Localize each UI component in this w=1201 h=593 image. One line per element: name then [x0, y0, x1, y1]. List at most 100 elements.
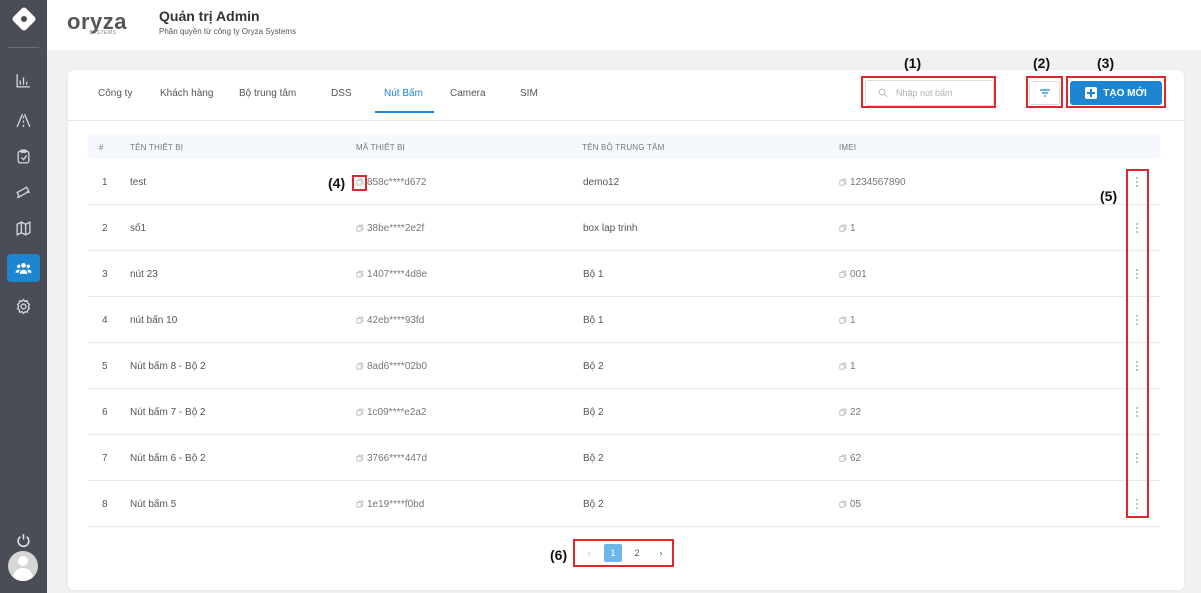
- central-unit-name-text: Bộ 2: [583, 407, 604, 418]
- device-name: Nút bấm 8 - Bộ 2: [130, 361, 206, 372]
- copy-icon[interactable]: [356, 408, 364, 416]
- row-index-text: 1: [102, 177, 108, 188]
- imei-value: 1: [839, 315, 856, 326]
- copy-icon[interactable]: [839, 454, 847, 462]
- device-code-text: 3766****447d: [367, 453, 428, 464]
- power-icon: [17, 533, 30, 547]
- clipboard-icon: [17, 148, 30, 164]
- sidebar-item-statistics[interactable]: [7, 66, 40, 94]
- row-index-text: 3: [102, 269, 108, 280]
- device-name-text: Nút bấm 8 - Bộ 2: [130, 361, 206, 372]
- row-index-text: 8: [102, 499, 108, 510]
- more-actions-icon[interactable]: [1134, 359, 1140, 373]
- sidebar: [0, 0, 47, 593]
- device-name-text: Nút bấm 5: [130, 499, 177, 510]
- imei-value-text: 001: [850, 269, 867, 280]
- sidebar-item-settings[interactable]: [7, 292, 40, 320]
- tab-central-units[interactable]: Bộ trung tâm: [239, 88, 296, 99]
- table-row: [88, 389, 1160, 435]
- chart-icon: [16, 73, 30, 88]
- central-unit-name-text: box lap trinh: [583, 223, 638, 234]
- central-unit-name: box lap trinh: [583, 223, 637, 234]
- central-unit-name: Bộ 2: [583, 453, 604, 464]
- imei-value-text: 1: [850, 315, 856, 326]
- device-name-text: Nút bấm 7 - Bộ 2: [130, 407, 206, 418]
- power-button[interactable]: [7, 526, 40, 554]
- annotation-label-2: (2): [1033, 55, 1051, 71]
- row-index: 1: [102, 177, 108, 188]
- copy-icon[interactable]: [839, 408, 847, 416]
- copy-icon[interactable]: [356, 316, 364, 324]
- copy-icon[interactable]: [839, 316, 847, 324]
- more-actions-icon[interactable]: [1134, 175, 1140, 189]
- copy-icon[interactable]: [839, 224, 847, 232]
- row-index: 7: [102, 453, 108, 464]
- imei-value: 1234567890: [839, 177, 906, 188]
- row-index-text: 2: [102, 223, 108, 234]
- sidebar-item-tasks[interactable]: [7, 142, 40, 170]
- central-unit-name-text: Bộ 2: [583, 499, 604, 510]
- copy-icon[interactable]: [356, 178, 364, 186]
- row-index: 3: [102, 269, 108, 280]
- copy-icon[interactable]: [356, 270, 364, 278]
- imei-value: 62: [839, 453, 861, 464]
- central-unit-name-text: Bộ 1: [583, 315, 604, 326]
- imei-value-text: 05: [850, 499, 862, 510]
- tab-buttons[interactable]: Nút Bấm: [384, 88, 423, 99]
- device-name: nút 23: [130, 269, 158, 280]
- tab-sim[interactable]: SIM: [520, 88, 538, 99]
- table-row: [88, 481, 1160, 527]
- table-row: [88, 251, 1160, 297]
- central-unit-name: Bộ 2: [583, 499, 604, 510]
- more-actions-icon[interactable]: [1134, 313, 1140, 327]
- tab-customers[interactable]: Khách hàng: [160, 88, 213, 99]
- device-code: 1e19****f0bd: [356, 499, 424, 510]
- copy-icon[interactable]: [356, 500, 364, 508]
- annotation-label-5: (5): [1100, 188, 1118, 204]
- more-actions-icon[interactable]: [1134, 497, 1140, 511]
- active-tab-indicator: [375, 111, 434, 113]
- app-logo-icon[interactable]: [0, 0, 47, 38]
- central-unit-name-text: Bộ 2: [583, 361, 604, 372]
- column-header-index: #: [99, 143, 104, 152]
- copy-icon[interactable]: [839, 178, 847, 186]
- copy-icon[interactable]: [839, 270, 847, 278]
- sidebar-divider: [8, 47, 39, 48]
- row-index-text: 5: [102, 361, 108, 372]
- copy-icon[interactable]: [839, 362, 847, 370]
- device-code: 3766****447d: [356, 453, 427, 464]
- imei-value: 1: [839, 361, 856, 372]
- sidebar-item-cameras[interactable]: [7, 177, 40, 205]
- annotation-label-4: (4): [328, 175, 346, 191]
- device-code: 8ad6****02b0: [356, 361, 427, 372]
- tab-dss[interactable]: DSS: [331, 88, 352, 99]
- tab-camera[interactable]: Camera: [450, 88, 486, 99]
- device-name-text: nút 23: [130, 269, 158, 280]
- imei-value-text: 1: [850, 361, 856, 372]
- device-name: nút bấn 10: [130, 315, 177, 326]
- sidebar-item-roads[interactable]: [7, 106, 40, 134]
- device-name-text: test: [130, 177, 147, 188]
- table-row: [88, 435, 1160, 481]
- copy-icon[interactable]: [356, 454, 364, 462]
- more-actions-icon[interactable]: [1134, 405, 1140, 419]
- tab-company[interactable]: Công ty: [98, 88, 132, 99]
- more-actions-icon[interactable]: [1134, 267, 1140, 281]
- copy-icon[interactable]: [356, 362, 364, 370]
- copy-icon[interactable]: [839, 500, 847, 508]
- device-name: test: [130, 177, 146, 188]
- copy-icon[interactable]: [356, 224, 364, 232]
- imei-value: 22: [839, 407, 861, 418]
- sidebar-item-users[interactable]: [7, 254, 40, 282]
- imei-value: 1: [839, 223, 856, 234]
- more-actions-icon[interactable]: [1134, 451, 1140, 465]
- more-actions-icon[interactable]: [1134, 221, 1140, 235]
- device-code-text: 1e19****f0bd: [367, 499, 425, 510]
- table-row: [88, 343, 1160, 389]
- road-icon: [16, 113, 31, 127]
- annotation-box-6: [573, 539, 674, 567]
- avatar-icon[interactable]: [8, 551, 38, 581]
- device-code: 1407****4d8e: [356, 269, 427, 280]
- sidebar-item-map[interactable]: [7, 214, 40, 242]
- page-subtitle: Phân quyền từ công ty Oryza Systems: [159, 27, 296, 36]
